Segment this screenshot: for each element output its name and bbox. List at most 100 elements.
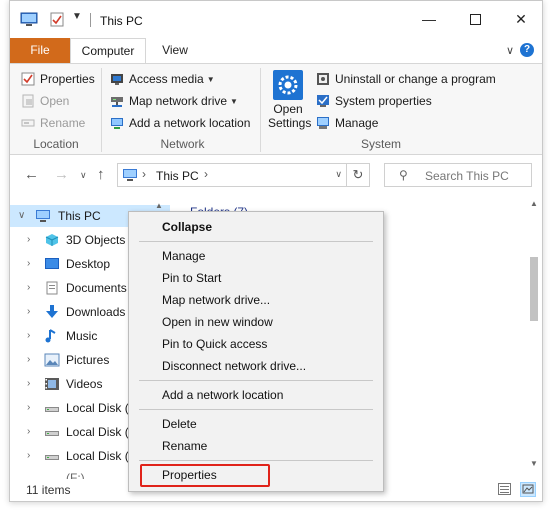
menu-item-delete[interactable]: Delete	[129, 413, 383, 435]
add-network-location-button[interactable]: Add a network location	[110, 113, 250, 133]
tab-view[interactable]: View	[156, 38, 194, 63]
properties-button[interactable]: Properties	[21, 69, 95, 89]
tree-item-label: Videos	[66, 377, 103, 391]
customize-quick-access-icon[interactable]: ▼	[72, 11, 82, 22]
network-location-icon	[110, 116, 124, 130]
menu-separator	[139, 241, 373, 242]
help-icon[interactable]: ?	[520, 43, 534, 57]
scrollbar-thumb[interactable]	[530, 257, 538, 321]
chevron-right-icon[interactable]: ›	[27, 450, 30, 461]
window-title: This PC	[100, 14, 143, 28]
maximize-icon	[469, 13, 481, 25]
map-network-drive-button[interactable]: Map network drive ▼	[110, 91, 238, 111]
chevron-down-icon: ▼	[206, 74, 215, 84]
nav-scroll-up-icon[interactable]: ▲	[155, 201, 163, 210]
up-arrow-icon[interactable]: ↑	[97, 166, 105, 183]
system-properties-icon	[316, 94, 330, 108]
open-button[interactable]: Open	[21, 91, 69, 111]
properties-icon	[21, 72, 35, 86]
refresh-button[interactable]: ↻	[346, 163, 370, 187]
back-arrow-icon[interactable]: ←	[24, 166, 39, 183]
chevron-right-icon[interactable]: ›	[27, 330, 30, 341]
access-media-button[interactable]: Access media ▼	[110, 69, 215, 89]
tree-item-label: Desktop	[66, 257, 111, 271]
recent-locations-icon[interactable]: ∨	[80, 170, 87, 181]
3d-objects-icon	[44, 233, 60, 247]
chevron-right-icon[interactable]: ›	[27, 426, 30, 437]
menu-item-rename[interactable]: Rename	[129, 435, 383, 457]
location-group-label: Location	[33, 137, 79, 151]
address-path[interactable]: This PC	[156, 169, 199, 183]
map-network-drive-label: Map network drive	[129, 94, 228, 108]
large-icons-view-icon[interactable]	[520, 482, 536, 497]
menu-separator	[139, 460, 373, 461]
chevron-right-icon[interactable]: ›	[27, 378, 30, 389]
menu-item-pin-to-start[interactable]: Pin to Start	[129, 267, 383, 289]
access-media-label: Access media	[129, 72, 204, 86]
documents-icon	[44, 281, 60, 295]
tab-computer[interactable]: Computer	[70, 38, 146, 64]
properties-quick-icon[interactable]	[50, 12, 64, 30]
rename-icon	[21, 116, 35, 130]
uninstall-program-button[interactable]: Uninstall or change a program	[316, 69, 496, 89]
tab-file[interactable]: File	[10, 38, 70, 63]
scroll-up-icon[interactable]: ▲	[530, 199, 538, 208]
menu-item-manage[interactable]: Manage	[129, 245, 383, 267]
forward-arrow-icon[interactable]: →	[54, 166, 69, 183]
chevron-right-icon[interactable]: ›	[27, 258, 30, 269]
menu-item-open-new-window[interactable]: Open in new window	[129, 311, 383, 333]
search-placeholder: Search This PC	[425, 169, 509, 183]
search-input[interactable]: ⚲ Search This PC	[384, 163, 532, 187]
pictures-icon	[44, 353, 60, 367]
videos-icon	[44, 377, 60, 391]
chevron-right-icon[interactable]: ›	[27, 234, 30, 245]
system-properties-button[interactable]: System properties	[316, 91, 432, 111]
access-media-icon	[110, 72, 124, 86]
breadcrumb-chevron-icon[interactable]: ›	[204, 167, 208, 181]
minimize-button[interactable]: —	[406, 1, 452, 37]
rename-button[interactable]: Rename	[21, 113, 85, 133]
title-separator	[90, 13, 91, 27]
downloads-icon	[44, 305, 60, 319]
chevron-right-icon[interactable]: ›	[27, 306, 30, 317]
chevron-down-icon[interactable]: ∨	[18, 210, 25, 221]
desktop-icon	[44, 257, 60, 271]
close-button[interactable]: ✕	[498, 1, 542, 37]
open-settings-label-line1: Open	[273, 102, 303, 116]
menu-item-disconnect-network-drive[interactable]: Disconnect network drive...	[129, 355, 383, 377]
chevron-right-icon[interactable]: ›	[27, 402, 30, 413]
ribbon: Properties Open Rename Location Access m…	[10, 63, 542, 155]
scroll-down-icon[interactable]: ▼	[530, 459, 538, 468]
chevron-down-icon: ▼	[230, 96, 238, 106]
uninstall-label: Uninstall or change a program	[335, 72, 496, 86]
menu-item-add-network-location[interactable]: Add a network location	[129, 384, 383, 406]
open-settings-button[interactable]: Open Settings	[268, 70, 312, 130]
open-label: Open	[40, 94, 70, 108]
menu-item-map-network-drive[interactable]: Map network drive...	[129, 289, 383, 311]
address-dropdown-icon[interactable]: ∨	[335, 169, 342, 180]
ribbon-tabs: File Computer View	[10, 38, 542, 64]
menu-separator	[139, 409, 373, 410]
expand-ribbon-icon[interactable]: ∨	[506, 44, 514, 57]
search-icon: ⚲	[399, 168, 408, 182]
tree-item-label: Local Disk (	[66, 449, 129, 463]
chevron-right-icon[interactable]: ›	[27, 282, 30, 293]
menu-item-collapse[interactable]: Collapse	[129, 216, 383, 238]
address-bar[interactable]: › This PC › ∨	[117, 163, 349, 187]
system-group-label: System	[360, 137, 401, 151]
menu-item-pin-quick-access[interactable]: Pin to Quick access	[129, 333, 383, 355]
open-settings-label-line2: Settings	[268, 116, 312, 130]
manage-button[interactable]: Manage	[316, 113, 378, 133]
title-bar: ▼ This PC — ✕	[10, 1, 542, 37]
tree-item-label: Local Disk (	[66, 401, 129, 415]
details-view-icon[interactable]	[498, 483, 511, 498]
breadcrumb-chevron-icon: ›	[142, 167, 146, 181]
ribbon-separator	[101, 68, 102, 152]
system-properties-label: System properties	[335, 94, 432, 108]
computer-icon[interactable]	[20, 12, 38, 30]
computer-icon	[122, 168, 138, 185]
maximize-button[interactable]	[452, 1, 498, 37]
content-scrollbar[interactable]: ▲ ▼	[526, 197, 542, 477]
chevron-right-icon[interactable]: ›	[27, 354, 30, 365]
disk-icon	[44, 425, 60, 439]
